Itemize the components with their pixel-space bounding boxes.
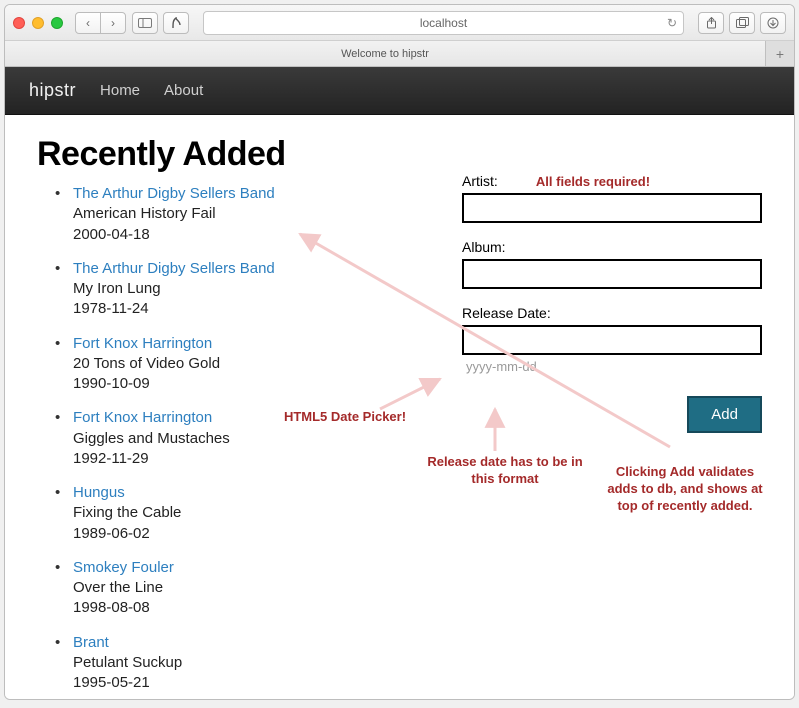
- album-input[interactable]: [462, 259, 762, 289]
- reader-button[interactable]: [163, 12, 189, 34]
- main-content: Recently Added The Arthur Digby Sellers …: [5, 115, 794, 699]
- album-name: American History Fail: [73, 204, 422, 224]
- release-date: 1992-11-29: [73, 449, 422, 469]
- list-item: Fort Knox HarringtonGiggles and Mustache…: [73, 408, 422, 469]
- tab-title: Welcome to hipstr: [341, 48, 429, 60]
- window-controls: [13, 17, 63, 29]
- artist-link[interactable]: Smokey Fouler: [73, 558, 422, 578]
- album-label: Album:: [462, 239, 762, 255]
- release-date-label: Release Date:: [462, 305, 762, 321]
- address-bar[interactable]: localhost ↻: [203, 11, 684, 35]
- artist-link[interactable]: Brant: [73, 633, 422, 653]
- list-item: HungusFixing the Cable1989-06-02: [73, 483, 422, 544]
- album-name: Over the Line: [73, 578, 422, 598]
- release-date-input[interactable]: [462, 325, 762, 355]
- add-button[interactable]: Add: [687, 396, 762, 433]
- minimize-window-button[interactable]: [32, 17, 44, 29]
- forward-button[interactable]: ›: [100, 12, 126, 34]
- add-form: Artist: Album: Release Date: yyyy-mm-dd …: [462, 135, 762, 699]
- app-navbar: hipstr Home About: [5, 67, 794, 115]
- artist-link[interactable]: The Arthur Digby Sellers Band: [73, 259, 422, 279]
- nav-home[interactable]: Home: [100, 82, 140, 99]
- album-name: My Iron Lung: [73, 279, 422, 299]
- album-name: Petulant Suckup: [73, 653, 422, 673]
- list-item: Fort Knox Harrington20 Tons of Video Gol…: [73, 334, 422, 395]
- release-date: 1995-05-21: [73, 673, 422, 693]
- close-window-button[interactable]: [13, 17, 25, 29]
- release-date: 1990-10-09: [73, 374, 422, 394]
- recent-column: Recently Added The Arthur Digby Sellers …: [37, 135, 422, 699]
- list-item: BrantPetulant Suckup1995-05-21: [73, 633, 422, 694]
- back-button[interactable]: ‹: [75, 12, 101, 34]
- tab-strip: Welcome to hipstr +: [5, 41, 794, 67]
- release-date: 1998-08-08: [73, 598, 422, 618]
- album-name: 20 Tons of Video Gold: [73, 354, 422, 374]
- list-item: The Arthur Digby Sellers BandMy Iron Lun…: [73, 259, 422, 320]
- page-viewport: hipstr Home About Recently Added The Art…: [5, 67, 794, 699]
- list-item: Smokey FoulerOver the Line1998-08-08: [73, 558, 422, 619]
- release-date: 2000-04-18: [73, 225, 422, 245]
- browser-tab[interactable]: Welcome to hipstr: [5, 41, 766, 66]
- album-name: Giggles and Mustaches: [73, 429, 422, 449]
- browser-toolbar: ‹ › localhost ↻: [5, 5, 794, 41]
- artist-input[interactable]: [462, 193, 762, 223]
- reload-icon[interactable]: ↻: [667, 16, 677, 30]
- list-item: The Arthur Digby Sellers BandAmerican Hi…: [73, 184, 422, 245]
- brand-logo[interactable]: hipstr: [29, 80, 76, 101]
- album-name: Fixing the Cable: [73, 503, 422, 523]
- sidebar-toggle-button[interactable]: [132, 12, 158, 34]
- release-date-placeholder: yyyy-mm-dd: [462, 359, 762, 374]
- release-date: 1978-11-24: [73, 299, 422, 319]
- new-tab-button[interactable]: +: [766, 41, 794, 66]
- share-button[interactable]: [698, 12, 724, 34]
- artist-link[interactable]: The Arthur Digby Sellers Band: [73, 184, 422, 204]
- artist-link[interactable]: Fort Knox Harrington: [73, 334, 422, 354]
- downloads-button[interactable]: [760, 12, 786, 34]
- nav-about[interactable]: About: [164, 82, 203, 99]
- url-text: localhost: [420, 16, 467, 30]
- release-date: 1989-06-02: [73, 524, 422, 544]
- browser-window: ‹ › localhost ↻ Welcome to hipstr + hi: [4, 4, 795, 700]
- tabs-button[interactable]: [729, 12, 755, 34]
- artist-link[interactable]: Hungus: [73, 483, 422, 503]
- artist-label: Artist:: [462, 173, 762, 189]
- zoom-window-button[interactable]: [51, 17, 63, 29]
- album-list: The Arthur Digby Sellers BandAmerican Hi…: [37, 184, 422, 693]
- page-title: Recently Added: [37, 135, 422, 174]
- artist-link[interactable]: Fort Knox Harrington: [73, 408, 422, 428]
